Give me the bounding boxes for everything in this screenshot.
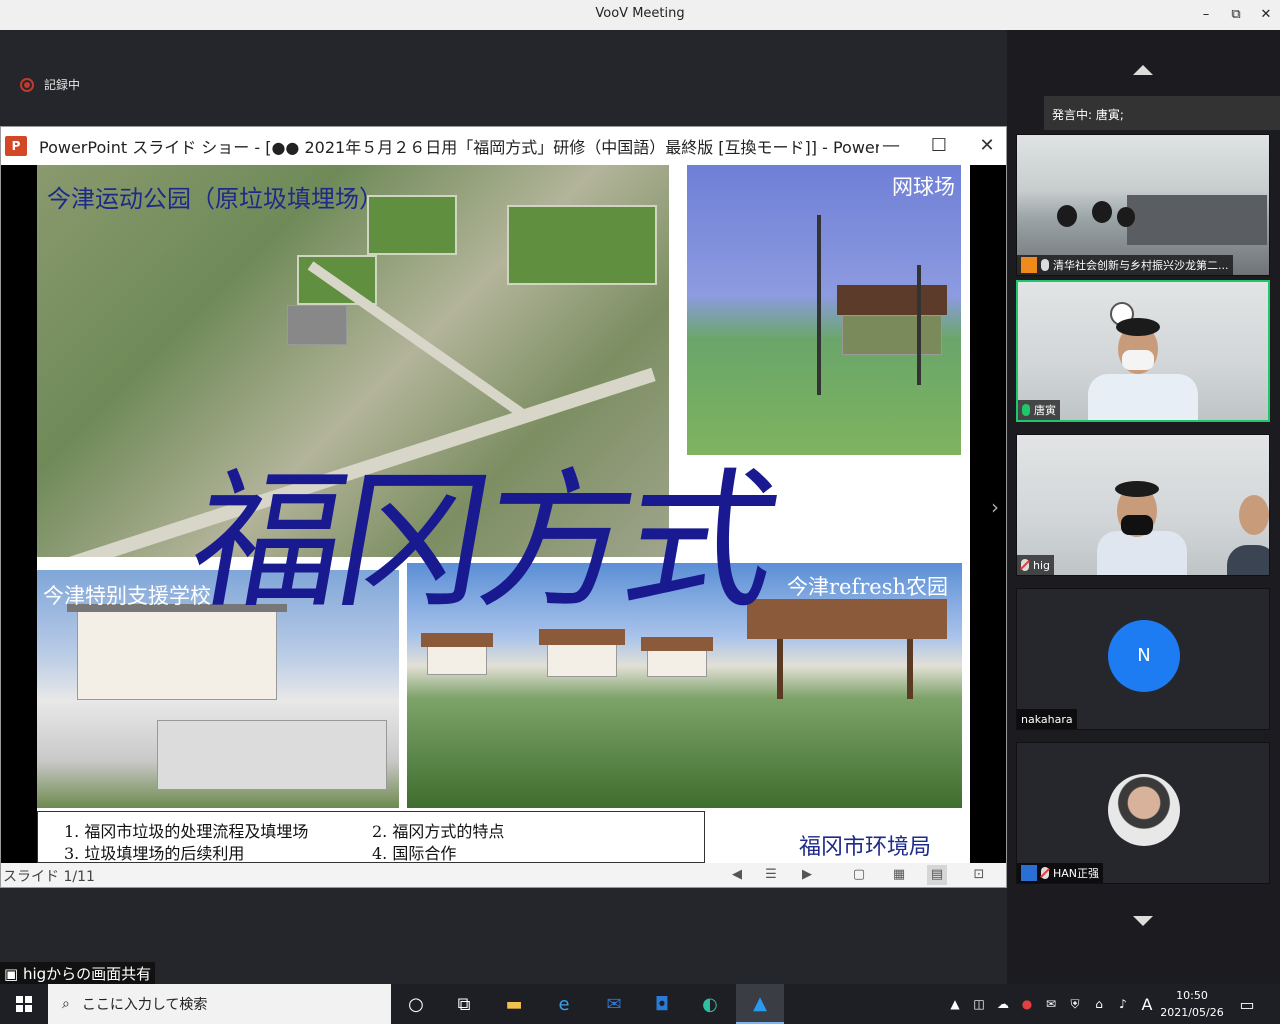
microphone-muted-icon: [1021, 559, 1029, 571]
shield-icon[interactable]: ⛨: [1064, 984, 1086, 1024]
host-icon: [1021, 257, 1037, 273]
powerpoint-title-bar: P PowerPoint スライド ショー - [●● 2021年５月２６日用「…: [1, 127, 1006, 165]
app-title: VooV Meeting: [595, 6, 685, 21]
park-heading: 今津运动公园（原垃圾填埋场）: [47, 185, 383, 213]
slide-sorter-icon[interactable]: ▦: [889, 865, 909, 885]
agenda-item: 2. 福冈方式的特点: [372, 822, 505, 841]
cloud-tray-icon[interactable]: ☁: [992, 984, 1014, 1024]
outlook-icon[interactable]: ✉: [590, 984, 638, 1024]
clock-date: 2021/05/26: [1160, 1006, 1224, 1019]
start-button[interactable]: [0, 984, 48, 1024]
app-title-bar: VooV Meeting – ⧉ ✕: [0, 0, 1280, 30]
powerpoint-icon: P: [5, 136, 27, 156]
slide-viewport[interactable]: 今津运动公园（原垃圾填埋场） 网球场 今津特别支援学校 今津refresh农园 …: [1, 165, 1006, 863]
screen-share-label: ▣ higからの画面共有: [0, 962, 156, 984]
participant-name: 唐寅: [1034, 404, 1056, 417]
ime-indicator[interactable]: A: [1136, 984, 1158, 1024]
screen-share-text: higからの画面共有: [22, 965, 152, 983]
participant-name-tag: HAN正强: [1017, 863, 1104, 883]
ppt-maximize-button[interactable]: ☐: [915, 127, 963, 165]
microphone-icon: [1041, 259, 1049, 271]
powerpoint-status-bar: スライド 1/11 ◀ ☰ ▶ ▢ ▦ ▤ ⊡: [1, 863, 1006, 887]
participant-name: hig: [1033, 558, 1051, 572]
participant-tile[interactable]: 唐寅: [1016, 280, 1270, 422]
internet-explorer-icon[interactable]: e: [540, 984, 588, 1024]
avatar: [1108, 774, 1180, 846]
volume-icon[interactable]: ♪: [1112, 984, 1134, 1024]
normal-view-icon[interactable]: ▢: [849, 865, 869, 885]
participant-name: nakahara: [1021, 712, 1073, 726]
participant-name: HAN正强: [1053, 867, 1100, 880]
participant-name: 清华社会创新与乡村振兴沙龙第二...: [1053, 259, 1229, 272]
participant-sidebar: 発言中: 唐寅; 清华社会创新与乡村振兴沙龙第二... 唐寅 hig N nak…: [1007, 30, 1280, 984]
ppt-minimize-button[interactable]: —: [867, 127, 915, 165]
device-tray-icon[interactable]: ◫: [968, 984, 990, 1024]
security-tray-icon[interactable]: ●: [1016, 984, 1038, 1024]
ppt-close-button[interactable]: ✕: [963, 127, 1011, 165]
recording-label: 記録中: [44, 78, 81, 92]
voov-meeting-icon[interactable]: ▲: [736, 984, 784, 1024]
user-icon: [1021, 865, 1037, 881]
network-icon[interactable]: ⌂: [1088, 984, 1110, 1024]
taskbar: ⌕ ここに入力して検索 ○ ⧉ ▬ e ✉ ◘ ◐ ▲ ▲ ◫ ☁ ● ✉ ⛨ …: [0, 984, 1280, 1024]
participant-name-tag: 唐寅: [1018, 400, 1060, 420]
tennis-caption: 网球场: [892, 175, 955, 199]
screen-share-icon: ▣: [4, 965, 19, 983]
cortana-icon[interactable]: ○: [392, 984, 440, 1024]
microphone-active-icon: [1022, 404, 1030, 416]
agenda-item: 4. 国际合作: [372, 844, 457, 863]
shared-screen-area: 記録中 P PowerPoint スライド ショー - [●● 2021年５月２…: [0, 30, 1007, 984]
edge-icon[interactable]: ◐: [686, 984, 734, 1024]
clock-time: 10:50: [1176, 989, 1208, 1002]
microphone-muted-icon: [1041, 867, 1049, 879]
next-slide-icon[interactable]: ▶: [797, 865, 817, 885]
close-button[interactable]: ✕: [1248, 0, 1280, 30]
agenda-item: 1. 福冈市垃圾的处理流程及填埋场: [64, 822, 309, 841]
search-box[interactable]: ⌕ ここに入力して検索: [48, 984, 391, 1024]
recording-indicator: 記録中: [20, 76, 80, 93]
slide-number: スライド 1/11: [3, 869, 95, 885]
file-explorer-icon[interactable]: ▬: [490, 984, 538, 1024]
menu-icon[interactable]: ☰: [761, 865, 781, 885]
record-icon: [20, 77, 34, 92]
slide: 今津运动公园（原垃圾填埋场） 网球场 今津特别支援学校 今津refresh农园 …: [37, 165, 970, 863]
voov-tray-icon[interactable]: ▲: [944, 984, 966, 1024]
reading-view-icon[interactable]: ▤: [927, 865, 947, 885]
agenda-item: 3. 垃圾填埋场的后续利用: [64, 844, 245, 863]
agenda-box: 1. 福冈市垃圾的处理流程及填埋场 2. 福冈方式的特点 3. 垃圾填埋场的后续…: [37, 811, 705, 863]
notification-icon[interactable]: ▭: [1230, 984, 1264, 1024]
bureau-label: 福冈市环境局: [799, 835, 932, 860]
speaking-indicator: 発言中: 唐寅;: [1044, 96, 1280, 130]
slide-main-title: 福冈方式: [179, 455, 786, 629]
participant-tile[interactable]: 清华社会创新与乡村振兴沙龙第二...: [1016, 134, 1270, 276]
participant-tile[interactable]: N nakahara: [1016, 588, 1270, 730]
scroll-up-icon[interactable]: [1133, 65, 1153, 75]
participant-name-tag: hig: [1017, 555, 1055, 575]
tennis-court-photo: 网球场: [687, 165, 961, 455]
powerpoint-window: P PowerPoint スライド ショー - [●● 2021年５月２６日用「…: [0, 126, 1007, 888]
scroll-down-icon[interactable]: [1133, 916, 1153, 926]
participant-tile[interactable]: hig: [1016, 434, 1270, 576]
previous-slide-icon[interactable]: ◀: [727, 865, 747, 885]
farm-caption: 今津refresh农园: [787, 575, 949, 599]
chevron-right-icon[interactable]: ›: [991, 495, 999, 519]
camera-app-icon[interactable]: ◘: [638, 984, 686, 1024]
participant-tile[interactable]: HAN正强: [1016, 742, 1270, 884]
participant-name-tag: 清华社会创新与乡村振兴沙龙第二...: [1017, 255, 1233, 275]
windows-icon: [16, 996, 32, 1012]
search-icon: ⌕: [62, 996, 70, 1012]
search-placeholder: ここに入力して検索: [81, 997, 208, 1013]
avatar: N: [1108, 620, 1180, 692]
task-view-icon[interactable]: ⧉: [440, 984, 488, 1024]
powerpoint-title: PowerPoint スライド ショー - [●● 2021年５月２６日用「福岡…: [39, 138, 879, 157]
slideshow-icon[interactable]: ⊡: [969, 865, 989, 885]
participant-name-tag: nakahara: [1017, 709, 1077, 729]
outlook-tray-icon[interactable]: ✉: [1040, 984, 1062, 1024]
clock[interactable]: 10:50 2021/05/26: [1160, 987, 1224, 1021]
